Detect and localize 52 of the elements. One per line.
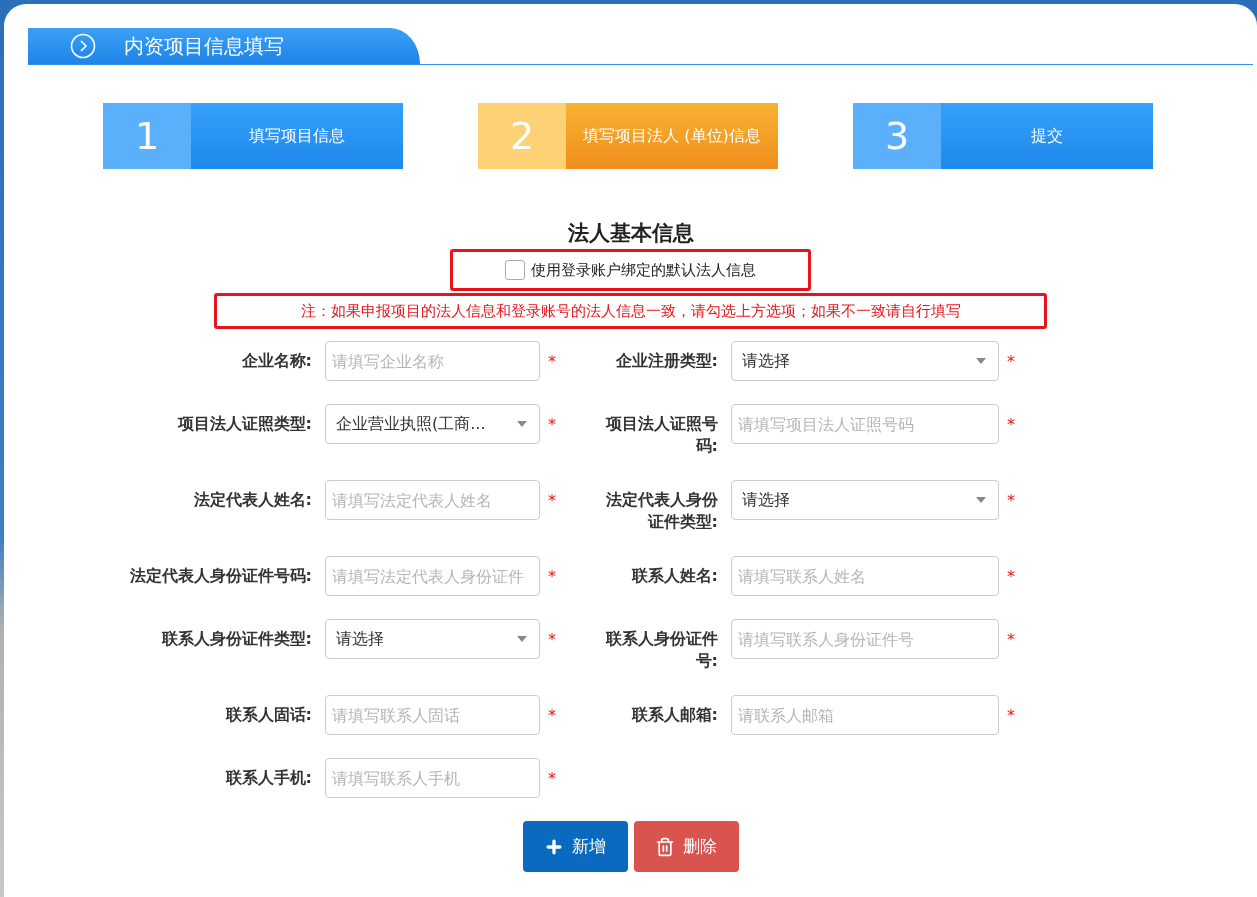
note-text: 注：如果申报项目的法人信息和登录账号的法人信息一致，请勾选上方选项；如果不一致请自行填写 xyxy=(214,293,1047,329)
required-mark: * xyxy=(548,490,556,510)
required-mark: * xyxy=(1007,490,1015,510)
caret-icon xyxy=(517,636,527,642)
field-label: 联系人身份证件类型: xyxy=(160,628,312,650)
required-mark: * xyxy=(1007,414,1015,434)
chevron-circle-icon xyxy=(70,33,96,59)
select-field[interactable]: 请选择 xyxy=(731,480,999,520)
field-label: 法定代表人身份证件类型: xyxy=(605,489,718,533)
trash-icon xyxy=(655,836,675,857)
field-label: 联系人固话: xyxy=(224,704,312,726)
required-mark: * xyxy=(548,705,556,725)
field-label: 项目法人证照类型: xyxy=(176,413,312,435)
field-label: 联系人身份证件号: xyxy=(605,628,718,672)
input-field[interactable]: 请填写项目法人证照号码 xyxy=(731,404,999,444)
required-mark: * xyxy=(1007,705,1015,725)
field-label: 法定代表人身份证件号码: xyxy=(128,565,312,587)
required-mark: * xyxy=(548,768,556,788)
section-title: 法人基本信息 xyxy=(566,220,695,247)
input-field[interactable]: 请填写法定代表人身份证件 xyxy=(325,556,540,596)
field-label: 法定代表人姓名: xyxy=(192,489,312,511)
input-field[interactable]: 请填写企业名称 xyxy=(325,341,540,381)
caret-icon xyxy=(517,421,527,427)
field-label: 企业名称: xyxy=(240,350,312,372)
required-mark: * xyxy=(548,566,556,586)
page-title: 内资项目信息填写 xyxy=(124,32,284,60)
input-field[interactable]: 请填写法定代表人姓名 xyxy=(325,480,540,520)
select-field[interactable]: 请选择 xyxy=(731,341,999,381)
field-label: 企业注册类型: xyxy=(614,350,718,372)
select-field[interactable]: 请选择 xyxy=(325,619,540,659)
add-button[interactable]: 新增 xyxy=(522,821,628,872)
required-mark: * xyxy=(548,629,556,649)
caret-icon xyxy=(976,358,986,364)
caret-icon xyxy=(976,497,986,503)
required-mark: * xyxy=(1007,566,1015,586)
field-label: 联系人姓名: xyxy=(630,565,718,587)
field-label: 联系人邮箱: xyxy=(630,704,718,726)
input-field[interactable]: 请填写联系人固话 xyxy=(325,695,540,735)
field-label: 联系人手机: xyxy=(224,767,312,789)
input-field[interactable]: 请填写联系人姓名 xyxy=(731,556,999,596)
required-mark: * xyxy=(548,351,556,371)
required-mark: * xyxy=(1007,629,1015,649)
input-field[interactable]: 请填写联系人身份证件号 xyxy=(731,619,999,659)
field-label: 项目法人证照号码: xyxy=(604,413,718,457)
checkbox-label: 使用登录账户绑定的默认法人信息 xyxy=(531,260,756,280)
checkbox[interactable] xyxy=(505,260,525,280)
input-field[interactable]: 请联系人邮箱 xyxy=(731,695,999,735)
required-mark: * xyxy=(548,414,556,434)
delete-button[interactable]: 删除 xyxy=(633,821,739,872)
input-field[interactable]: 请填写联系人手机 xyxy=(325,758,540,798)
required-mark: * xyxy=(1007,351,1015,371)
select-field[interactable]: 企业营业执照(工商... xyxy=(325,404,540,444)
